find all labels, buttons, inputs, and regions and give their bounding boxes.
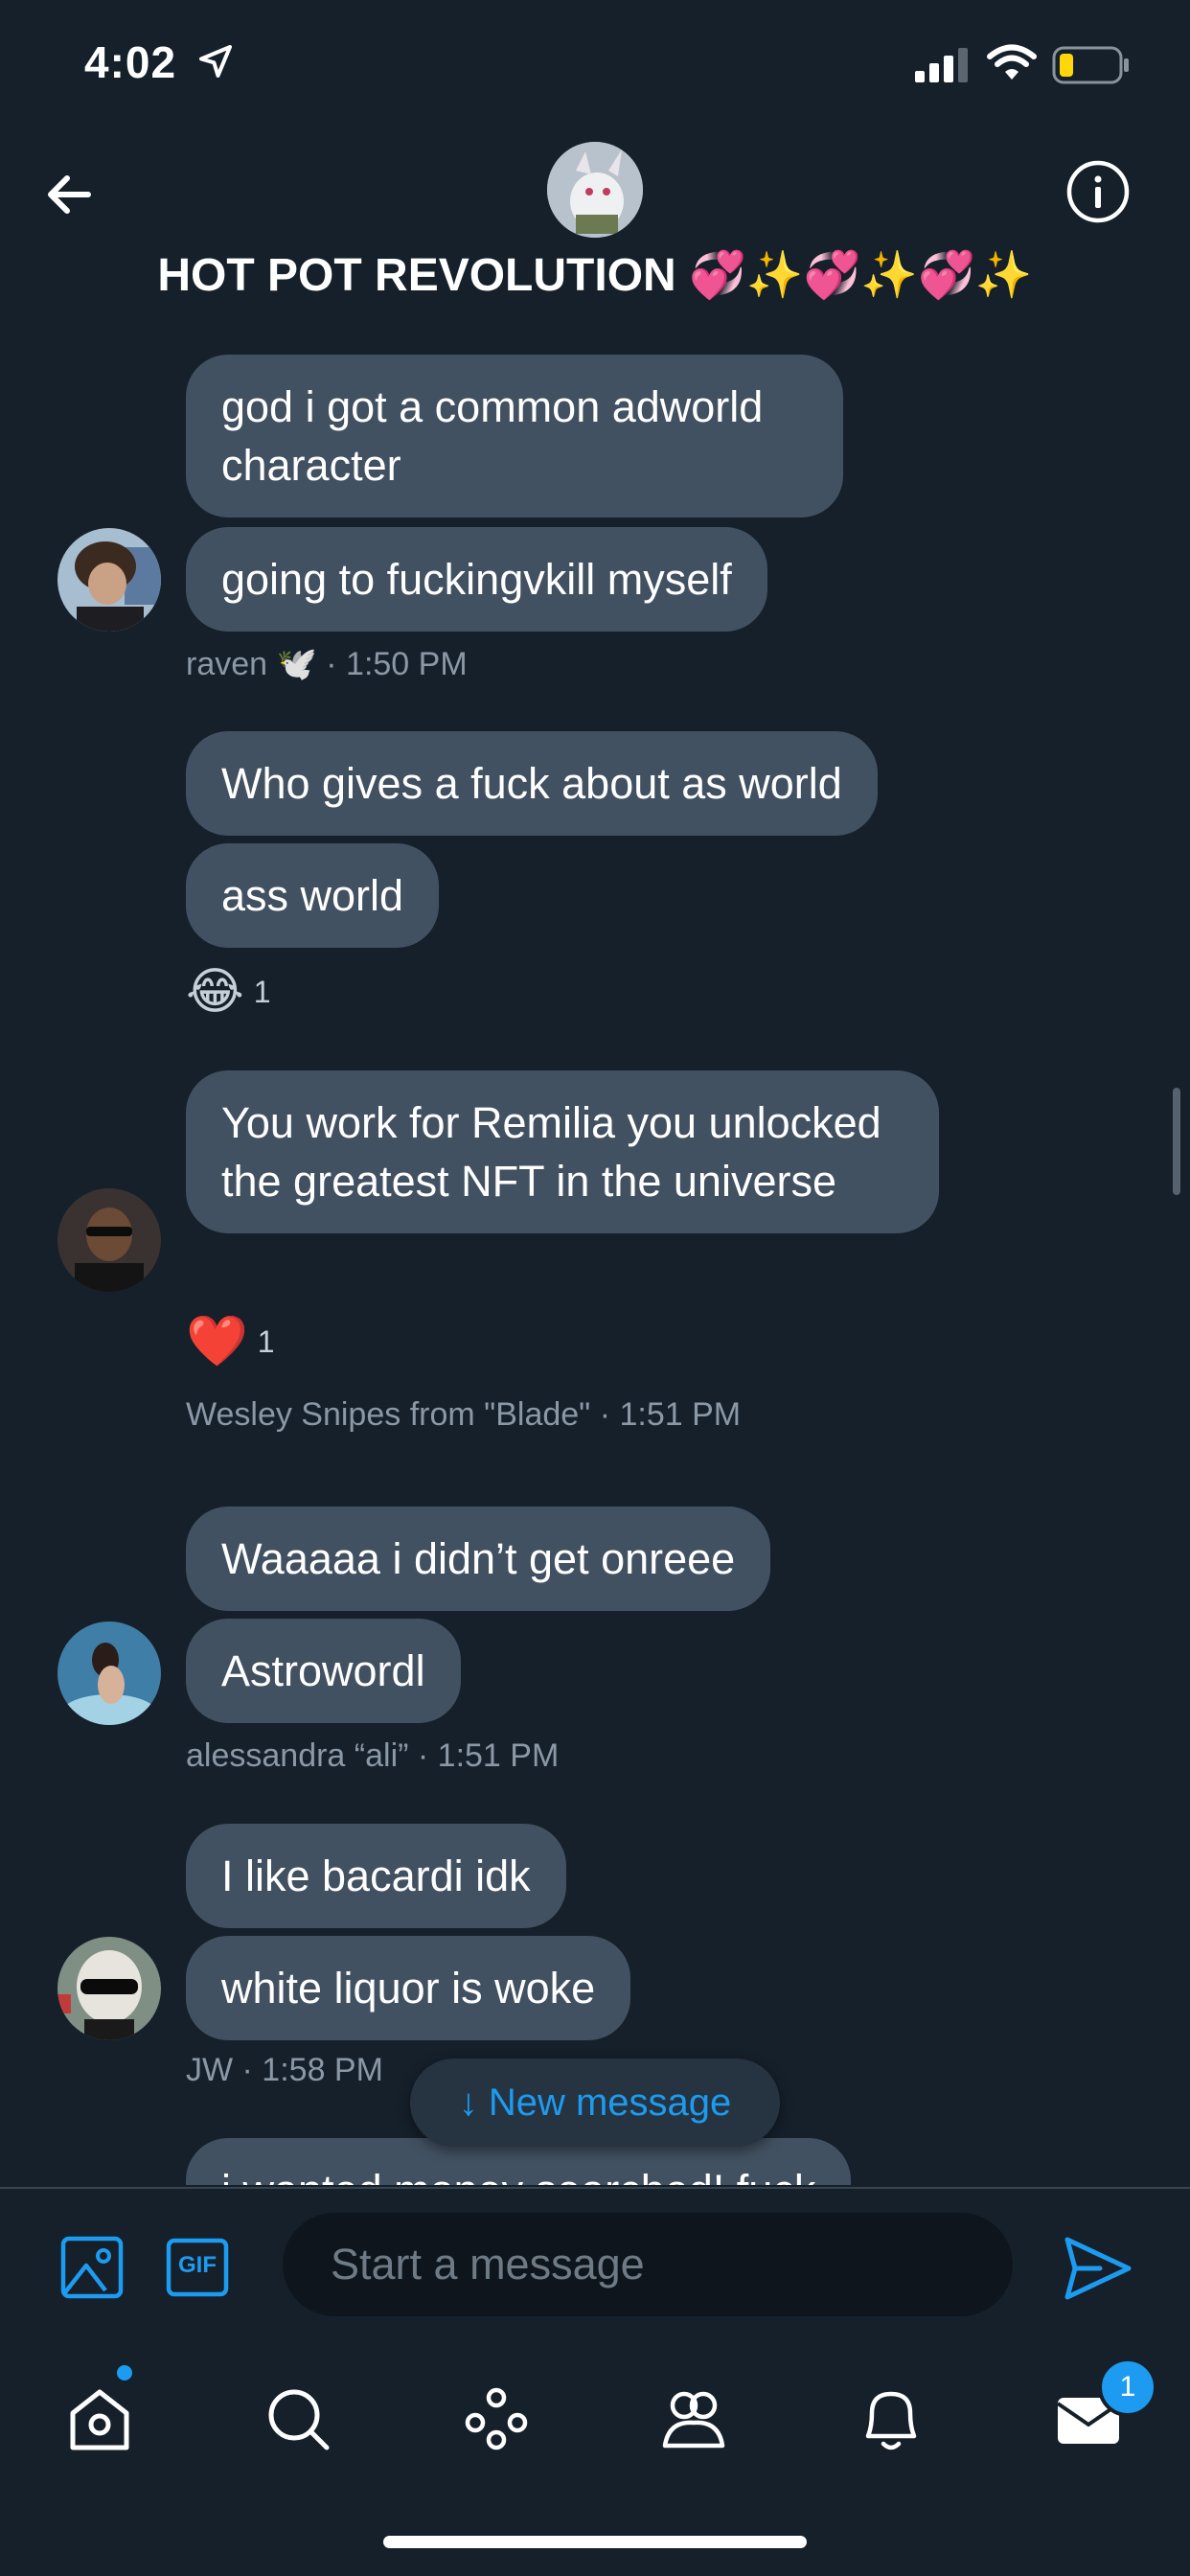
message-bubble[interactable]: Astrowordl — [186, 1619, 461, 1723]
gif-label: GIF — [178, 2252, 217, 2278]
reaction-count: 1 — [253, 974, 271, 1009]
battery-icon — [1052, 46, 1129, 84]
heart-emoji-icon: ❤️ — [186, 1314, 248, 1369]
message-bubble[interactable]: You work for Remilia you unlocked the gr… — [186, 1070, 939, 1233]
avatar-alessandra[interactable] — [57, 1622, 161, 1725]
wifi-icon — [987, 44, 1037, 80]
reaction[interactable]: 😂 1 — [186, 963, 271, 1021]
conversation-title: HOT POT REVOLUTION 💞✨💞✨💞✨ — [157, 250, 1033, 301]
message-meta: alessandra “ali” · 1:51 PM — [186, 1737, 560, 1774]
laughing-emoji-icon: 😂 — [186, 964, 244, 1020]
cellular-signal-icon — [915, 48, 968, 82]
back-arrow-icon[interactable] — [38, 161, 105, 228]
status-bar: 4:02 — [0, 0, 1190, 134]
messages-badge: 1 — [1098, 2358, 1157, 2417]
message-bubble[interactable]: Who gives a fuck about as world — [186, 731, 878, 836]
avatar-jw[interactable] — [57, 1937, 161, 2040]
avatar-raven[interactable] — [57, 528, 161, 632]
message-thread[interactable]: god i got a common adworld character goi… — [0, 350, 1190, 2185]
message-bubble[interactable]: ass world — [186, 843, 440, 948]
home-indicator[interactable] — [383, 2536, 807, 2548]
search-icon[interactable] — [260, 2380, 336, 2457]
message-meta: JW · 1:58 PM — [186, 2052, 383, 2088]
group-avatar[interactable] — [547, 142, 643, 238]
scrollbar[interactable] — [1173, 1088, 1180, 1195]
new-message-button[interactable]: ↓ New message — [410, 2058, 780, 2147]
info-icon[interactable] — [1065, 159, 1131, 224]
conversation-header: HOT POT REVOLUTION 💞✨💞✨💞✨ — [0, 134, 1190, 326]
notifications-bell-icon[interactable] — [853, 2380, 929, 2457]
message-composer: GIF — [0, 2187, 1190, 2342]
gif-button[interactable]: GIF — [165, 2235, 230, 2300]
message-bubble[interactable]: Waaaaa i didn’t get onreee — [186, 1506, 771, 1611]
message-meta: Wesley Snipes from "Blade" · 1:51 PM — [186, 1396, 742, 1433]
reaction-count: 1 — [257, 1323, 275, 1359]
spaces-icon[interactable] — [458, 2380, 535, 2457]
send-icon[interactable] — [1062, 2232, 1134, 2305]
message-bubble[interactable]: white liquor is woke — [186, 1936, 631, 2040]
image-icon[interactable] — [59, 2235, 125, 2300]
reaction[interactable]: ❤️ 1 — [186, 1313, 275, 1370]
communities-icon[interactable] — [655, 2380, 732, 2457]
message-bubble[interactable]: going to fuckingvkill myself — [186, 527, 767, 632]
message-bubble[interactable]: god i got a common adworld character — [186, 355, 843, 518]
message-input[interactable] — [283, 2213, 1013, 2316]
message-bubble[interactable]: I like bacardi idk — [186, 1824, 566, 1928]
home-icon[interactable] — [61, 2380, 138, 2457]
home-notification-dot — [117, 2365, 132, 2380]
message-meta: raven 🕊️ · 1:50 PM — [186, 646, 468, 682]
avatar-wesley[interactable] — [57, 1188, 161, 1292]
location-arrow-icon — [199, 45, 232, 78]
status-time: 4:02 — [84, 37, 177, 87]
